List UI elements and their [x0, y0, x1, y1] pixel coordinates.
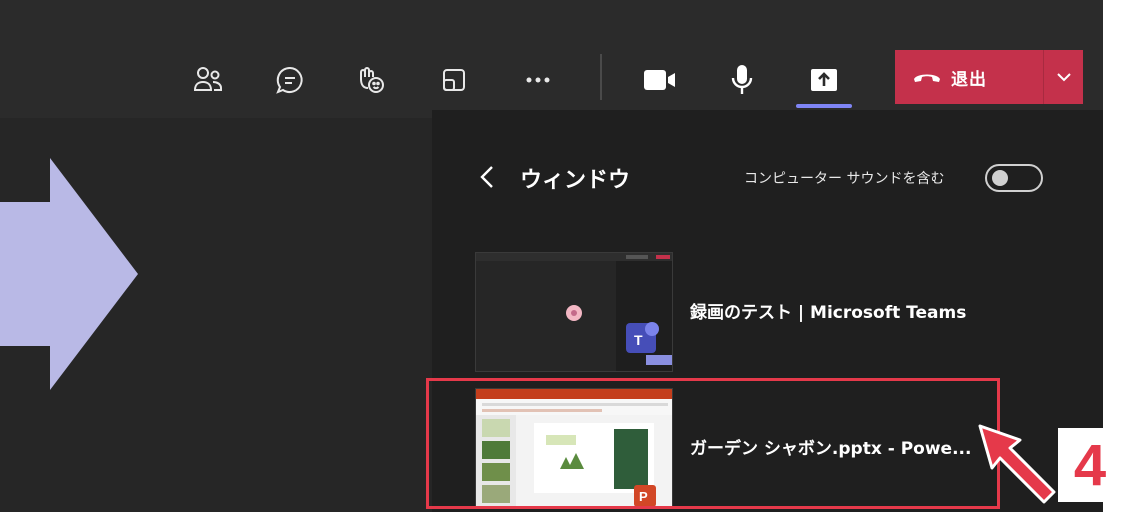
chevron-left-icon: [480, 166, 493, 188]
teams-meeting-window: 退出 ウィンドウ コンピューター サウンドを含む T 録画のテスト | Micr…: [0, 0, 1103, 512]
powerpoint-window-thumbnail: P: [475, 388, 673, 508]
teams-window-thumbnail: T: [475, 252, 673, 372]
toolbar-divider: [600, 54, 602, 100]
callout-arrow-icon: [978, 424, 1056, 504]
camera-icon[interactable]: [638, 58, 682, 102]
svg-text:T: T: [634, 332, 643, 348]
leave-label: 退出: [951, 69, 987, 90]
more-icon[interactable]: [516, 58, 560, 102]
leave-button[interactable]: 退出: [895, 50, 1083, 104]
chevron-down-icon: [1056, 73, 1071, 82]
share-active-indicator: [796, 104, 852, 108]
leave-main[interactable]: 退出: [895, 50, 1043, 104]
tutorial-arrow-icon: [0, 158, 138, 390]
window-item-teams[interactable]: T 録画のテスト | Microsoft Teams: [472, 252, 1032, 372]
window-title: ガーデン シャボン.pptx - Powe...: [690, 439, 972, 459]
svg-text:P: P: [639, 489, 648, 504]
raise-hand-icon[interactable]: [348, 58, 392, 102]
leave-options-button[interactable]: [1044, 50, 1083, 104]
step-number-badge: 4: [1058, 428, 1122, 502]
people-icon[interactable]: [186, 58, 230, 102]
toggle-knob: [992, 170, 1008, 186]
computer-sound-toggle[interactable]: [985, 164, 1043, 192]
share-screen-icon[interactable]: [802, 58, 846, 102]
breakout-rooms-icon[interactable]: [432, 58, 476, 102]
back-button[interactable]: [472, 160, 502, 194]
panel-header: ウィンドウ コンピューター サウンドを含む: [432, 158, 1103, 198]
computer-sound-label: コンピューター サウンドを含む: [744, 171, 945, 187]
window-title: 録画のテスト | Microsoft Teams: [690, 303, 967, 323]
window-item-powerpoint[interactable]: P ガーデン シャボン.pptx - Powe...: [472, 388, 1032, 508]
chat-icon[interactable]: [268, 58, 312, 102]
meeting-toolbar: 退出: [0, 12, 1103, 118]
hang-up-icon: [913, 68, 941, 87]
panel-title: ウィンドウ: [520, 168, 631, 193]
microphone-icon[interactable]: [720, 58, 764, 102]
